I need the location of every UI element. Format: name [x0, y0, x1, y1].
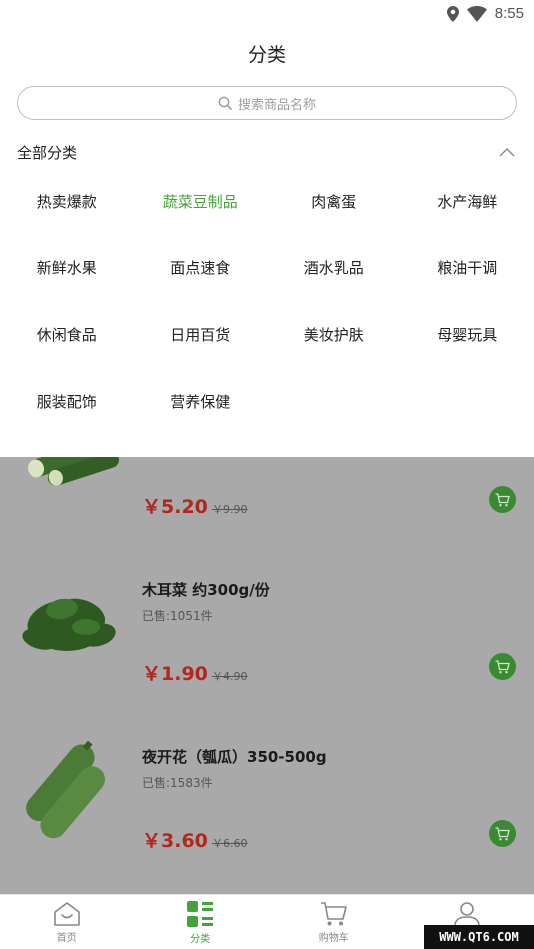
page-title: 分类 [247, 44, 286, 66]
category-snacks[interactable]: 休闲食品 [0, 301, 134, 368]
product-card[interactable]: ￥5.20 ￥9.90 [0, 457, 534, 518]
category-drinks-dairy[interactable]: 酒水乳品 [267, 235, 401, 302]
dimmed-product-list[interactable]: ￥5.20 ￥9.90 木耳菜 约300g/份 已售:1051件 ￥1.90 ￥… [0, 457, 534, 894]
product-price: ￥5.20 [142, 496, 208, 518]
add-to-cart-button[interactable] [489, 653, 516, 680]
cart-icon [320, 902, 347, 926]
search-placeholder: 搜索商品名称 [237, 97, 316, 113]
category-baby-toys[interactable]: 母婴玩具 [401, 301, 534, 368]
product-name: 夜开花（瓠瓜）350-500g [142, 748, 327, 766]
cart-icon [495, 659, 510, 673]
cart-icon [495, 826, 510, 840]
category-beauty[interactable]: 美妆护肤 [267, 301, 401, 368]
product-card[interactable]: 木耳菜 约300g/份 已售:1051件 ￥1.90 ￥4.90 [0, 569, 534, 737]
status-icons: 8:55 [446, 5, 524, 22]
product-image [27, 457, 119, 486]
product-old-price: ￥4.90 [212, 670, 248, 683]
location-icon [446, 5, 459, 22]
product-card[interactable]: 夜开花（瓠瓜）350-500g 已售:1583件 ￥3.60 ￥6.60 [0, 736, 534, 894]
product-name: 木耳菜 约300g/份 [142, 581, 270, 599]
watermark: WWW.QT6.COM [424, 925, 534, 949]
nav-category[interactable]: 分类 [134, 895, 268, 949]
product-price: ￥3.60 [142, 830, 208, 852]
all-categories-header[interactable]: 全部分类 [17, 138, 517, 166]
user-icon [454, 902, 481, 927]
product-sold-count: 已售:1583件 [142, 776, 213, 790]
category-vegetables-tofu[interactable]: 蔬菜豆制品 [134, 168, 268, 235]
status-time: 8:55 [494, 5, 524, 22]
product-image [22, 598, 116, 651]
product-price: ￥1.90 [142, 663, 208, 685]
nav-cart[interactable]: 购物车 [267, 895, 401, 949]
category-daily-goods[interactable]: 日用百货 [134, 301, 268, 368]
search-icon [218, 96, 232, 110]
nav-category-label: 分类 [190, 934, 211, 945]
category-clothing[interactable]: 服装配饰 [0, 368, 134, 435]
all-categories-title: 全部分类 [17, 143, 78, 162]
chevron-up-icon[interactable] [499, 147, 515, 157]
product-image [26, 741, 106, 839]
search-input[interactable]: 搜索商品名称 [17, 86, 517, 120]
category-health[interactable]: 营养保健 [134, 368, 268, 435]
category-hot-sale[interactable]: 热卖爆款 [0, 168, 134, 235]
category-icon [187, 901, 214, 927]
nav-home-label: 首页 [56, 933, 77, 944]
home-icon [53, 902, 80, 926]
category-grid: 热卖爆款 蔬菜豆制品 肉禽蛋 水产海鲜 新鲜水果 面点速食 酒水乳品 粮油干调 … [0, 168, 534, 434]
product-sold-count: 已售:1051件 [142, 609, 213, 623]
category-meat-poultry-eggs[interactable]: 肉禽蛋 [267, 168, 401, 235]
add-to-cart-button[interactable] [489, 486, 516, 513]
nav-cart-label: 购物车 [318, 933, 349, 944]
wifi-icon [466, 5, 487, 22]
category-grain-oil[interactable]: 粮油干调 [401, 235, 534, 302]
product-old-price: ￥9.90 [212, 503, 248, 516]
cart-icon [495, 492, 510, 506]
product-old-price: ￥6.60 [212, 837, 248, 850]
category-noodles-instant[interactable]: 面点速食 [134, 235, 268, 302]
status-bar: 8:55 [0, 0, 534, 28]
nav-home[interactable]: 首页 [0, 895, 134, 949]
category-fresh-fruit[interactable]: 新鲜水果 [0, 235, 134, 302]
category-seafood[interactable]: 水产海鲜 [401, 168, 534, 235]
add-to-cart-button[interactable] [489, 820, 516, 847]
